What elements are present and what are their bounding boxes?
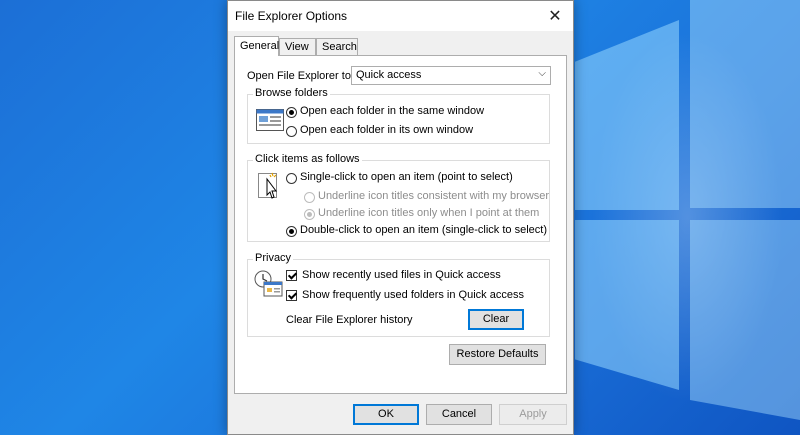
tab-general[interactable]: General <box>234 36 279 56</box>
click-items-title: Click items as follows <box>253 153 362 165</box>
pointer-click-icon <box>258 172 277 199</box>
open-to-label: Open File Explorer to: <box>247 70 354 82</box>
tab-view[interactable]: View <box>279 38 316 55</box>
underline-browser-label: Underline icon titles consistent with my… <box>318 190 550 202</box>
own-window-label[interactable]: Open each folder in its own window <box>300 124 473 136</box>
click-items-group: Click items as follows Single-click to o… <box>247 153 550 242</box>
file-explorer-options-dialog: File Explorer Options ✕ General View Sea… <box>227 0 574 435</box>
single-click-radio[interactable] <box>286 173 297 184</box>
own-window-radio[interactable] <box>286 126 297 137</box>
dialog-title: File Explorer Options <box>235 9 348 23</box>
clear-button[interactable]: Clear <box>468 309 524 330</box>
frequent-folders-label[interactable]: Show frequently used folders in Quick ac… <box>302 289 524 301</box>
windows-logo-pane <box>690 220 800 420</box>
underline-point-label: Underline icon titles only when I point … <box>318 207 540 219</box>
single-click-label[interactable]: Single-click to open an item (point to s… <box>300 171 513 183</box>
open-to-value: Quick access <box>356 69 422 81</box>
browse-folders-group: Browse folders Open each folder in the s… <box>247 87 550 144</box>
same-window-label[interactable]: Open each folder in the same window <box>300 105 484 117</box>
general-tab-panel: Open File Explorer to: Quick access ⌵ Br… <box>234 55 567 394</box>
folder-window-icon <box>256 109 284 131</box>
chevron-down-icon: ⌵ <box>538 68 546 79</box>
cancel-button[interactable]: Cancel <box>426 404 492 425</box>
clear-history-label: Clear File Explorer history <box>286 314 413 326</box>
privacy-title: Privacy <box>253 252 294 264</box>
tab-search[interactable]: Search <box>316 38 358 55</box>
history-clock-icon <box>254 270 283 297</box>
recent-files-label[interactable]: Show recently used files in Quick access <box>302 269 501 281</box>
same-window-radio[interactable] <box>286 107 297 118</box>
title-bar[interactable]: File Explorer Options ✕ <box>228 1 573 31</box>
frequent-folders-checkbox[interactable] <box>286 290 297 301</box>
underline-point-radio[interactable] <box>304 209 315 220</box>
underline-browser-radio[interactable] <box>304 192 315 203</box>
browse-folders-title: Browse folders <box>253 87 330 99</box>
restore-defaults-button[interactable]: Restore Defaults <box>449 344 546 365</box>
ok-button[interactable]: OK <box>353 404 419 425</box>
privacy-group: Privacy Show recently used files in Quic… <box>247 252 550 337</box>
recent-files-checkbox[interactable] <box>286 270 297 281</box>
double-click-label[interactable]: Double-click to open an item (single-cli… <box>300 224 547 236</box>
windows-logo-pane <box>690 0 800 208</box>
open-to-dropdown[interactable]: Quick access ⌵ <box>351 66 551 85</box>
close-button[interactable]: ✕ <box>537 1 573 31</box>
apply-button[interactable]: Apply <box>499 404 567 425</box>
double-click-radio[interactable] <box>286 226 297 237</box>
close-icon: ✕ <box>548 8 562 25</box>
